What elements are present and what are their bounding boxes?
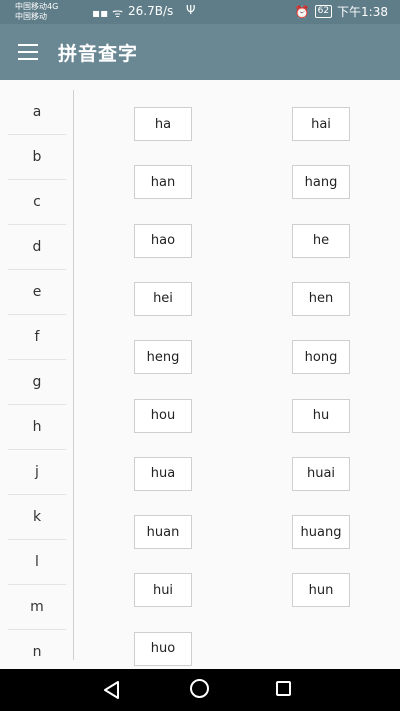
pinyin-button[interactable]: hang [292,165,350,200]
recent-apps-icon[interactable] [276,681,291,696]
pinyin-button[interactable]: hao [134,223,192,258]
pinyin-button[interactable]: huai [292,456,350,491]
page-title: 拼音查字 [58,43,139,65]
letter-index-item[interactable]: a [8,90,66,135]
letter-index-item[interactable]: d [8,225,66,270]
letter-index-item[interactable]: e [8,270,66,315]
network-speed: 26.7B/s [128,4,174,18]
back-icon[interactable] [103,681,121,699]
pinyin-button[interactable]: hei [134,281,192,316]
home-icon[interactable] [190,679,209,698]
pinyin-button[interactable]: hu [292,398,350,433]
letter-index-item[interactable]: c [8,180,66,225]
pinyin-button[interactable]: ha [134,107,192,141]
signal-wifi-icon: ▪▪ ᯤ [92,6,124,20]
alarm-icon: ⏰ [294,4,310,19]
letter-index-list: abcdefghjklmn [8,90,66,675]
letter-index-item[interactable]: f [8,315,66,360]
battery-icon: 62 [314,5,333,18]
system-nav-bar [0,669,400,711]
status-right: ⏰ 62 下午1:38 [295,3,388,20]
status-bar: 中国移动4G 中国移动 ▪▪ ᯤ 26.7B/s Ψ ⏰ 62 下午1:38 [0,0,400,24]
usb-icon: Ψ [186,3,196,17]
pinyin-button[interactable]: han [134,165,192,200]
pinyin-grid: ha hai han hang hao he hei hen heng hong hou hu hua h… [80,80,400,669]
pinyin-button[interactable]: hai [292,107,350,141]
pinyin-button[interactable]: he [292,223,350,258]
app-bar: 拼音查字 [0,24,400,80]
letter-index-item[interactable]: g [8,360,66,405]
pinyin-button[interactable]: hen [292,281,350,316]
letter-index-item[interactable]: h [8,405,66,450]
pinyin-button[interactable]: hui [134,573,192,608]
pinyin-button[interactable]: hun [292,573,350,608]
pinyin-button[interactable]: hua [134,456,192,491]
pinyin-button[interactable]: huo [134,631,192,666]
clock: 下午1:38 [337,5,388,19]
carrier-line-1: 中国移动4G [15,2,59,11]
letter-index-item[interactable]: m [8,585,66,630]
letter-index-item[interactable]: b [8,135,66,180]
pinyin-button[interactable]: huang [292,515,350,550]
column-divider [73,90,74,660]
pinyin-button[interactable]: huan [134,515,192,550]
pinyin-button[interactable]: hong [292,340,350,375]
letter-index-item[interactable]: k [8,495,66,540]
hamburger-menu-icon[interactable] [18,44,38,60]
carrier-line-2: 中国移动 [15,12,47,21]
main-content: abcdefghjklmn ha hai han hang hao he hei hen hen… [0,80,400,669]
letter-index-item[interactable]: j [8,450,66,495]
carrier-info: 中国移动4G 中国移动 [15,2,58,22]
letter-index-item[interactable]: l [8,540,66,585]
pinyin-button[interactable]: hou [134,398,192,433]
pinyin-button[interactable]: heng [134,340,192,375]
